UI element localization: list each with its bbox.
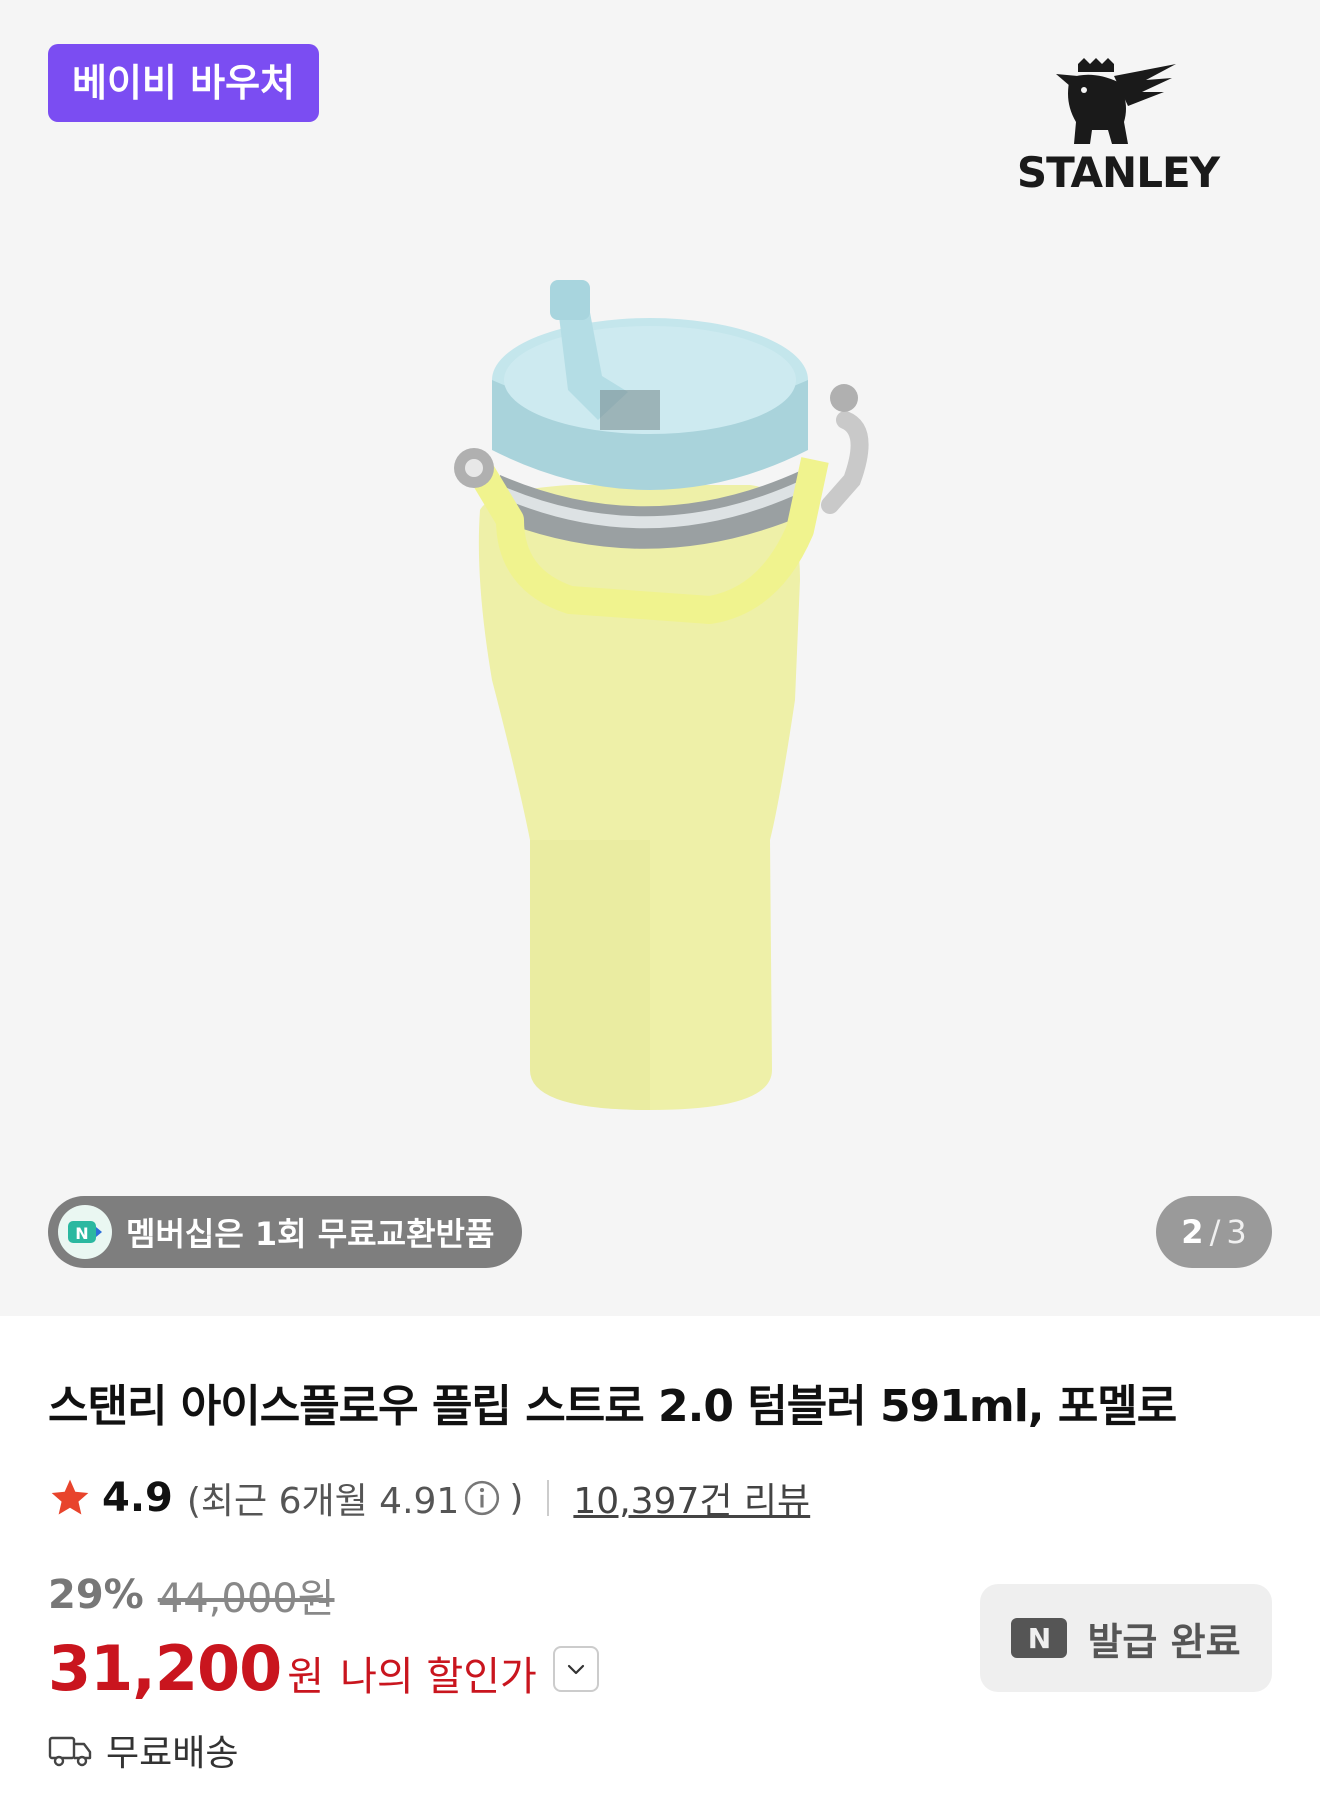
rating-divider xyxy=(547,1480,550,1516)
review-count-link[interactable]: 10,397건 리뷰 xyxy=(573,1472,810,1524)
membership-badge[interactable]: N 멤버십은 1회 무료교환반품 xyxy=(48,1196,523,1268)
page-separator: / xyxy=(1209,1213,1221,1251)
my-price-label: 나의 할인가 xyxy=(340,1654,537,1700)
currency-label: 원 xyxy=(287,1654,325,1700)
original-price: 44,000원 xyxy=(157,1576,335,1622)
info-icon[interactable] xyxy=(463,1479,501,1517)
star-icon xyxy=(51,1479,89,1515)
product-image-area[interactable]: 베이비 바우처 STANLEY N 멤버십은 1회 무료교환반품 2 / 3 xyxy=(0,0,1320,1316)
current-page: 2 xyxy=(1181,1213,1204,1251)
voucher-badge: 베이비 바우처 xyxy=(48,44,319,122)
final-price: 31,200 xyxy=(48,1632,282,1705)
membership-text: 멤버십은 1회 무료교환반품 xyxy=(126,1215,495,1253)
bear-logo-icon xyxy=(1056,58,1176,144)
price-detail-dropdown[interactable] xyxy=(552,1645,599,1692)
price-block: 29% 44,000원 31,200 원 나의 할인가 xyxy=(48,1566,599,1705)
final-price-row: 31,200 원 나의 할인가 xyxy=(48,1632,599,1705)
rating-value: 4.9 xyxy=(102,1475,173,1521)
shipping-row: 무료배송 xyxy=(48,1724,238,1776)
n-coupon-icon: N xyxy=(1011,1618,1068,1658)
brand-name: STANLEY xyxy=(1016,148,1220,197)
rating-row: 4.9 (최근 6개월 4.91 ) 10,397건 리뷰 xyxy=(48,1470,810,1526)
brand-logo: STANLEY xyxy=(996,56,1240,197)
coupon-button-label: 발급 완료 xyxy=(1087,1619,1241,1664)
product-photo xyxy=(454,280,869,1110)
svg-text:N: N xyxy=(75,1224,88,1243)
recent-rating-close: ) xyxy=(509,1477,524,1519)
truck-icon xyxy=(48,1736,92,1767)
discount-row: 29% 44,000원 xyxy=(48,1566,599,1624)
recent-rating: (최근 6개월 4.91 xyxy=(186,1481,460,1522)
shipping-text: 무료배송 xyxy=(106,1733,239,1774)
coupon-issued-button[interactable]: N 발급 완료 xyxy=(980,1584,1272,1692)
chevron-down-icon xyxy=(567,1664,584,1674)
discount-rate: 29% xyxy=(48,1572,144,1618)
product-title: 스탠리 아이스플로우 플립 스트로 2.0 텀블러 591ml, 포멜로 xyxy=(48,1381,1177,1432)
total-pages: 3 xyxy=(1226,1213,1247,1251)
image-page-indicator: 2 / 3 xyxy=(1156,1196,1272,1268)
n-membership-icon: N xyxy=(58,1205,112,1259)
